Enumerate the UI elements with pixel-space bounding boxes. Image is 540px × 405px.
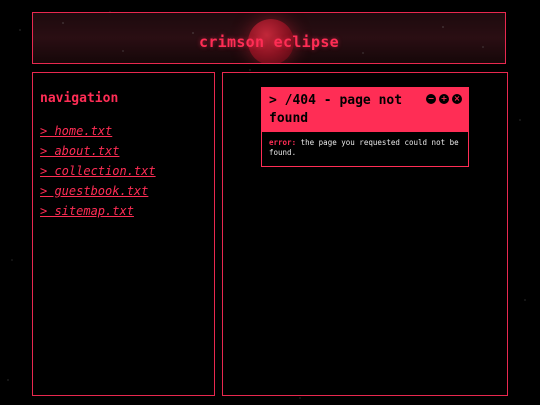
error-message: the page you requested could not be foun…: [269, 138, 459, 157]
nav-item-about: > about.txt: [40, 140, 207, 158]
header-banner: crimson eclipse: [32, 12, 506, 64]
nav-item-home: > home.txt: [40, 120, 207, 138]
nav-item-collection: > collection.txt: [40, 160, 207, 178]
site-title: crimson eclipse: [199, 33, 339, 51]
error-window: > /404 - page not found − + × error: the…: [261, 87, 469, 167]
nav-link-guestbook[interactable]: > guestbook.txt: [40, 184, 148, 198]
nav-link-about[interactable]: > about.txt: [40, 144, 119, 158]
nav-link-collection[interactable]: > collection.txt: [40, 164, 156, 178]
navigation-list: > home.txt > about.txt > collection.txt …: [40, 120, 207, 218]
minus-icon[interactable]: −: [426, 94, 436, 104]
error-label: error:: [269, 138, 297, 147]
nav-link-sitemap[interactable]: > sitemap.txt: [40, 204, 134, 218]
error-window-body: error: the page you requested could not …: [262, 132, 468, 166]
nav-item-sitemap: > sitemap.txt: [40, 200, 207, 218]
error-window-title: > /404 - page not found: [269, 93, 403, 126]
nav-item-guestbook: > guestbook.txt: [40, 180, 207, 198]
page: crimson eclipse navigation > home.txt > …: [0, 0, 540, 405]
window-controls: − + ×: [426, 94, 462, 104]
navigation-panel: navigation > home.txt > about.txt > coll…: [32, 72, 215, 396]
plus-icon[interactable]: +: [439, 94, 449, 104]
main-panel: > /404 - page not found − + × error: the…: [222, 72, 508, 396]
close-icon[interactable]: ×: [452, 94, 462, 104]
nav-link-home[interactable]: > home.txt: [40, 124, 112, 138]
navigation-heading: navigation: [40, 91, 119, 106]
error-window-titlebar[interactable]: > /404 - page not found − + ×: [262, 88, 468, 132]
